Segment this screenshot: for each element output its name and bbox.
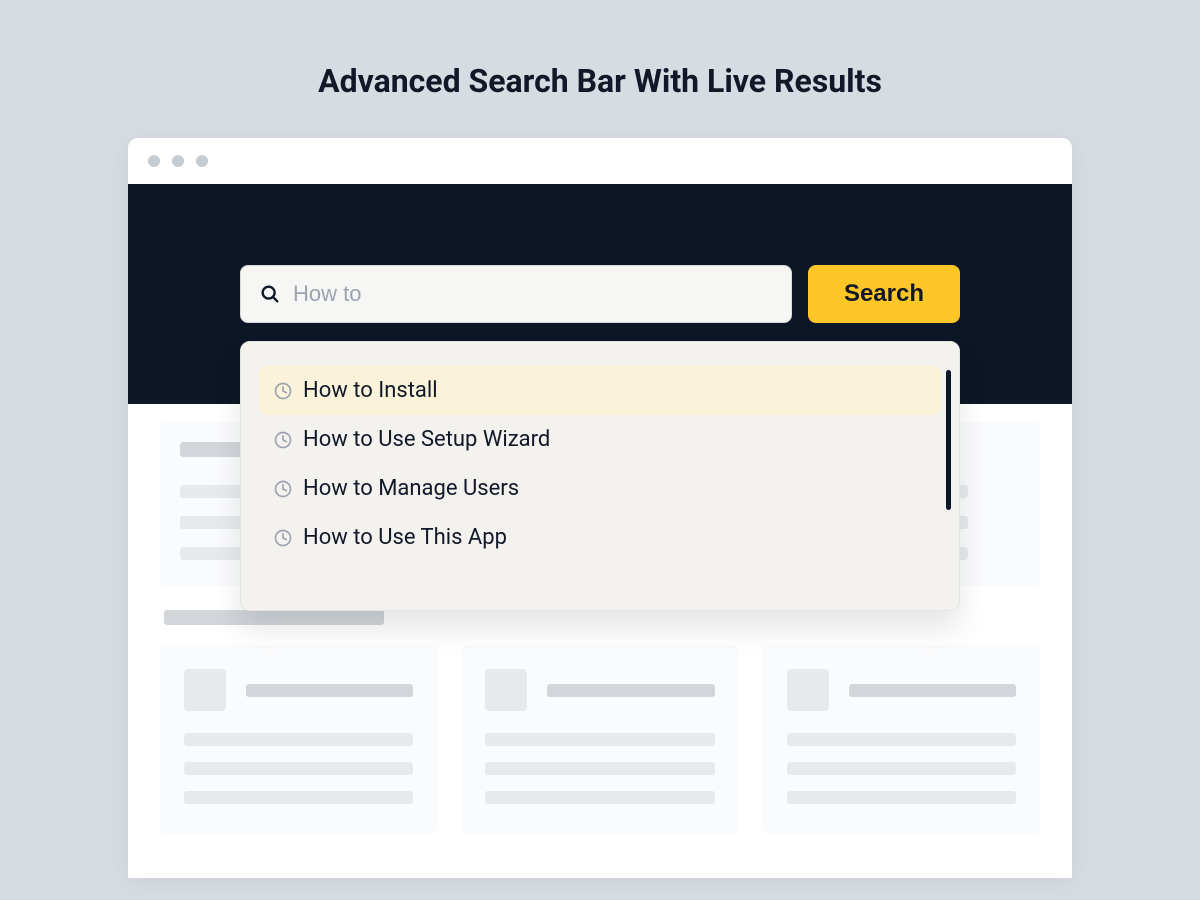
thumbnail-placeholder xyxy=(787,669,829,711)
suggestion-label: How to Use Setup Wizard xyxy=(303,427,550,452)
placeholder-bar xyxy=(547,684,714,697)
suggestion-label: How to Install xyxy=(303,378,438,403)
thumbnail-placeholder xyxy=(485,669,527,711)
placeholder-bar xyxy=(485,762,714,775)
placeholder-card xyxy=(160,645,437,834)
placeholder-bar xyxy=(485,791,714,804)
placeholder-card xyxy=(763,645,1040,834)
dropdown-scrollbar[interactable] xyxy=(946,370,951,510)
search-icon xyxy=(259,283,281,305)
traffic-light-dot xyxy=(148,155,160,167)
placeholder-bar xyxy=(246,684,413,697)
suggestion-item[interactable]: How to Install xyxy=(259,366,941,415)
placeholder-bar xyxy=(184,762,413,775)
traffic-light-dot xyxy=(196,155,208,167)
placeholder-bar xyxy=(787,762,1016,775)
clock-icon xyxy=(273,430,293,450)
traffic-light-dot xyxy=(172,155,184,167)
suggestion-label: How to Manage Users xyxy=(303,476,519,501)
browser-chrome xyxy=(128,138,1072,184)
section-heading-placeholder xyxy=(164,610,384,625)
suggestion-item[interactable]: How to Use Setup Wizard xyxy=(259,415,941,464)
search-input[interactable] xyxy=(293,281,773,307)
thumbnail-placeholder xyxy=(184,669,226,711)
clock-icon xyxy=(273,479,293,499)
suggestion-item[interactable]: How to Manage Users xyxy=(259,464,941,513)
placeholder-bar xyxy=(485,733,714,746)
suggestion-label: How to Use This App xyxy=(303,525,507,550)
page-title: Advanced Search Bar With Live Results xyxy=(0,0,1200,138)
search-button[interactable]: Search xyxy=(808,265,960,323)
placeholder-bar xyxy=(849,684,1016,697)
suggestion-item[interactable]: How to Use This App xyxy=(259,513,941,562)
browser-frame: Search How to Install How to Use Setup W… xyxy=(128,138,1072,878)
placeholder-bar xyxy=(787,733,1016,746)
placeholder-card xyxy=(461,645,738,834)
placeholder-bar xyxy=(787,791,1016,804)
clock-icon xyxy=(273,528,293,548)
search-bar: Search How to Install How to Use Setup W… xyxy=(240,265,960,323)
hero-banner: Search How to Install How to Use Setup W… xyxy=(128,184,1072,404)
placeholder-bar xyxy=(184,791,413,804)
search-suggestions-dropdown: How to Install How to Use Setup Wizard H… xyxy=(240,341,960,611)
placeholder-bar xyxy=(184,733,413,746)
search-box[interactable] xyxy=(240,265,792,323)
clock-icon xyxy=(273,381,293,401)
